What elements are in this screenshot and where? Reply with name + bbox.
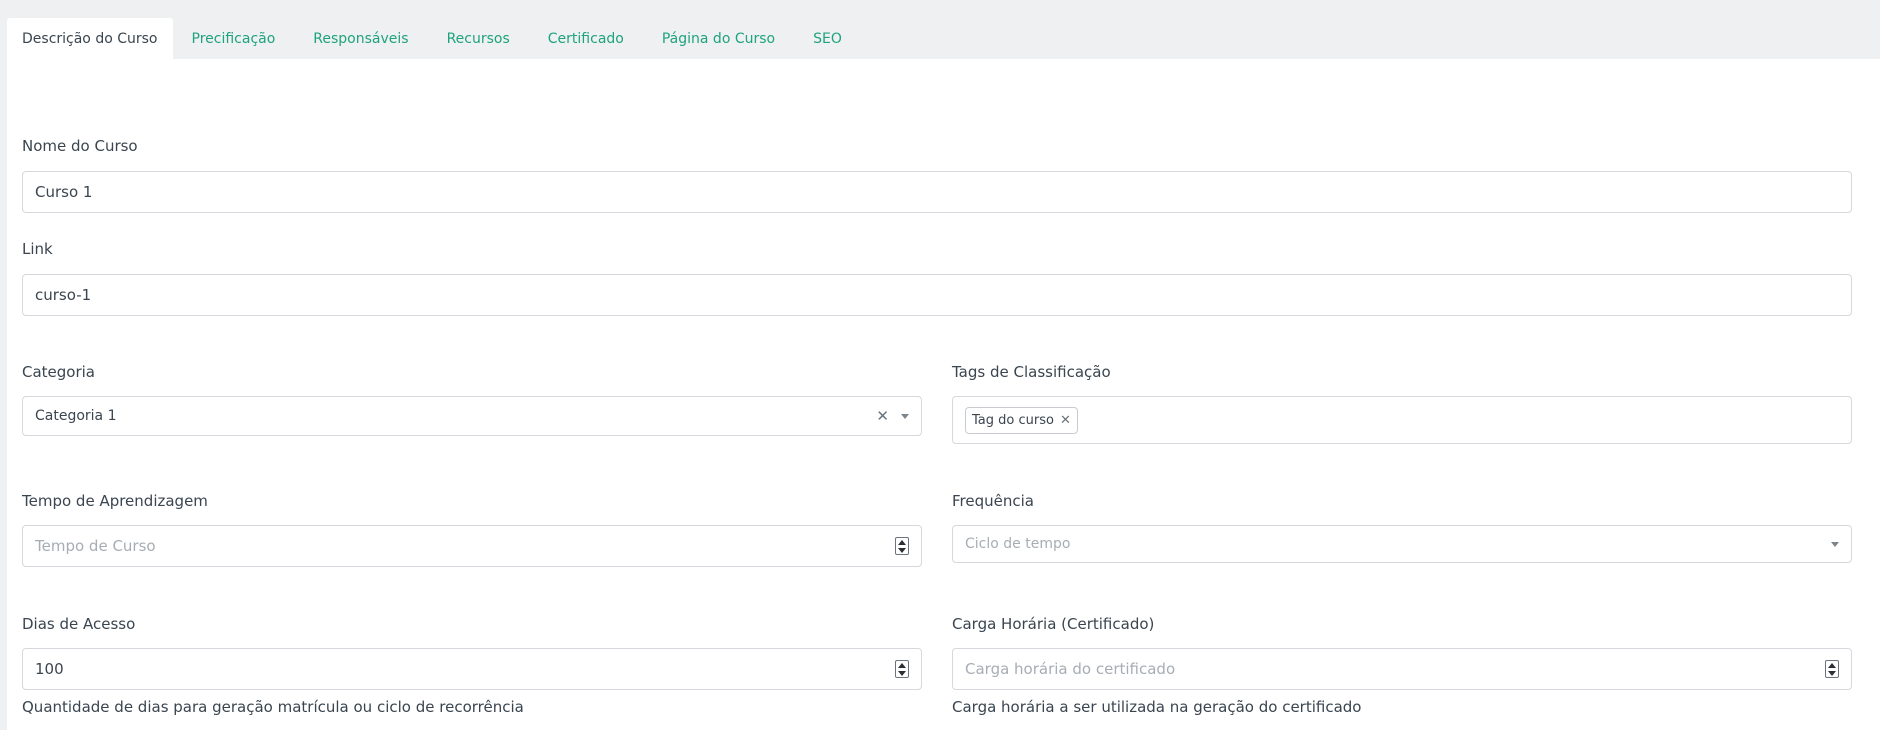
tab-recursos[interactable]: Recursos <box>428 18 529 59</box>
access-days-value: 100 <box>35 660 64 678</box>
tab-seo[interactable]: SEO <box>794 18 861 59</box>
link-label: Link <box>22 240 53 258</box>
chevron-down-icon <box>901 413 909 419</box>
tab-responsaveis[interactable]: Responsáveis <box>294 18 427 59</box>
remove-tag-icon[interactable]: ✕ <box>1060 413 1071 428</box>
tag-chip-label: Tag do curso <box>972 412 1054 428</box>
tab-certificado[interactable]: Certificado <box>529 18 643 59</box>
workload-help: Carga horária a ser utilizada na geração… <box>952 698 1362 716</box>
access-days-label: Dias de Acesso <box>22 615 136 633</box>
number-stepper[interactable] <box>1825 660 1839 678</box>
tab-bar: Descrição do Curso Precificação Responsá… <box>7 18 861 59</box>
number-stepper[interactable] <box>895 537 909 555</box>
learning-time-input[interactable]: Tempo de Curso <box>22 525 922 567</box>
tab-pagina-do-curso[interactable]: Página do Curso <box>643 18 794 59</box>
access-days-input[interactable]: 100 <box>22 648 922 690</box>
frequency-placeholder: Ciclo de tempo <box>965 536 1071 552</box>
course-name-label: Nome do Curso <box>22 137 138 155</box>
workload-input[interactable]: Carga horária do certificado <box>952 648 1852 690</box>
chevron-down-icon <box>1831 541 1839 547</box>
category-label: Categoria <box>22 363 96 381</box>
category-value: Categoria 1 <box>35 408 117 424</box>
link-value: curso-1 <box>35 286 92 304</box>
course-name-value: Curso 1 <box>35 183 93 201</box>
frequency-label: Frequência <box>952 492 1034 510</box>
number-stepper[interactable] <box>895 660 909 678</box>
form-panel: Nome do Curso Curso 1 Link curso-1 Categ… <box>7 59 1880 730</box>
tags-label: Tags de Classificação <box>952 363 1111 381</box>
workload-placeholder: Carga horária do certificado <box>965 660 1176 678</box>
learning-time-label: Tempo de Aprendizagem <box>22 492 208 510</box>
workload-label: Carga Horária (Certificado) <box>952 615 1155 633</box>
access-days-help: Quantidade de dias para geração matrícul… <box>22 698 524 716</box>
tab-descricao-do-curso[interactable]: Descrição do Curso <box>7 18 173 59</box>
link-input[interactable]: curso-1 <box>22 274 1852 316</box>
clear-icon[interactable]: ✕ <box>876 407 889 425</box>
course-name-input[interactable]: Curso 1 <box>22 171 1852 213</box>
tag-chip: Tag do curso ✕ <box>965 406 1078 434</box>
category-select[interactable]: Categoria 1 ✕ <box>22 396 922 436</box>
tags-input[interactable]: Tag do curso ✕ <box>952 396 1852 444</box>
frequency-select[interactable]: Ciclo de tempo <box>952 525 1852 563</box>
tab-precificacao[interactable]: Precificação <box>173 18 295 59</box>
learning-time-placeholder: Tempo de Curso <box>35 537 156 555</box>
